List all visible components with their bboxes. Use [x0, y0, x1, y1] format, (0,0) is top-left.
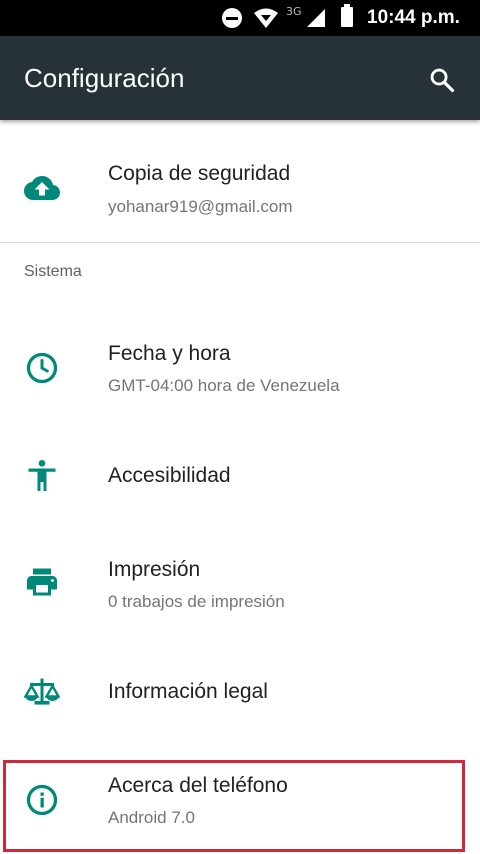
- item-title: Fecha y hora: [108, 342, 231, 365]
- settings-item-backup[interactable]: Copia de seguridad yohanar919@gmail.com: [0, 122, 480, 242]
- item-title: Copia de seguridad: [108, 162, 291, 185]
- item-summary: 0 trabajos de impresión: [108, 592, 285, 611]
- settings-item-printing[interactable]: Impresión 0 trabajos de impresión: [0, 536, 480, 636]
- status-time: 10:44 p.m.: [367, 7, 460, 28]
- accessibility-icon: [28, 459, 56, 491]
- item-summary: GMT-04:00 hora de Venezuela: [108, 376, 340, 395]
- section-header: Sistema: [24, 263, 82, 280]
- status-bar: 3G 10:44 p.m.: [0, 0, 480, 36]
- page-title: Configuración: [24, 63, 185, 93]
- item-title: Información legal: [108, 680, 268, 703]
- network-type: 3G: [286, 5, 302, 18]
- settings-item-legal[interactable]: Información legal: [0, 646, 480, 738]
- item-title: Impresión: [108, 558, 201, 581]
- clock-icon: [26, 352, 58, 384]
- signal-icon: [307, 9, 325, 27]
- scale-icon: [24, 678, 60, 705]
- app-toolbar: Configuración: [0, 36, 480, 120]
- wifi-icon: [254, 8, 278, 28]
- highlight-box: [3, 760, 465, 852]
- do-not-disturb-icon: [222, 8, 242, 28]
- divider: [0, 242, 480, 243]
- battery-icon: [341, 4, 353, 27]
- item-summary: yohanar919@gmail.com: [108, 197, 293, 216]
- cloud-upload-icon: [24, 176, 60, 200]
- printer-icon: [27, 568, 57, 596]
- settings-item-date-time[interactable]: Fecha y hora GMT-04:00 hora de Venezuela: [0, 320, 480, 420]
- settings-item-accessibility[interactable]: Accesibilidad: [0, 430, 480, 522]
- item-title: Accesibilidad: [108, 464, 231, 487]
- search-icon[interactable]: [428, 66, 456, 94]
